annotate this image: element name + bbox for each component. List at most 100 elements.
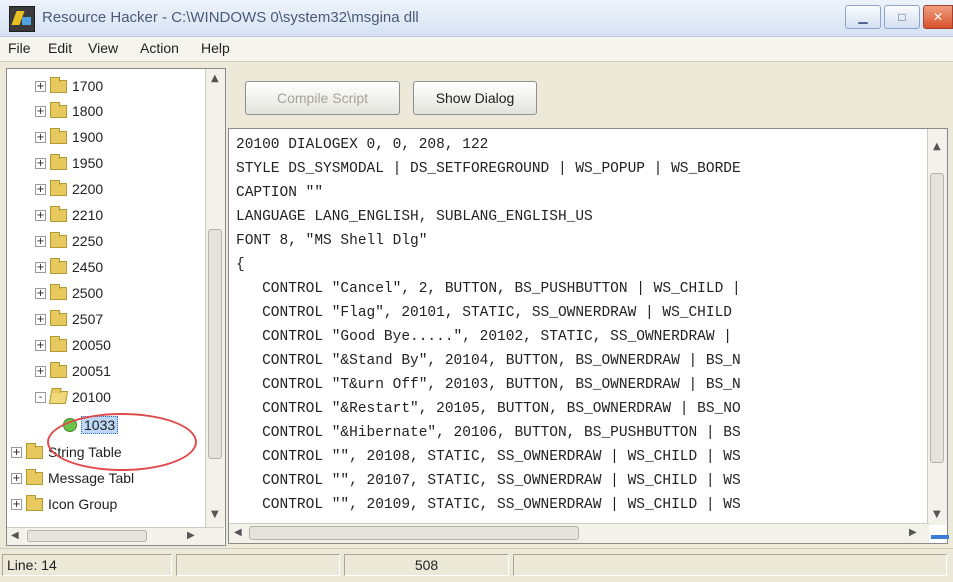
maximize-button[interactable]: □ xyxy=(884,5,920,29)
resource-hacker-window: Resource Hacker - C:\WINDOWS 0\system32\… xyxy=(0,0,953,582)
tree-item[interactable]: +2200 xyxy=(35,178,103,200)
expand-icon[interactable]: + xyxy=(35,183,46,195)
tree-item[interactable]: +20050 xyxy=(35,334,111,356)
expand-icon[interactable]: + xyxy=(35,261,46,273)
resource-tree[interactable]: +1700 +1800 +1900 +1950 +2200 +2210 +225… xyxy=(6,68,226,546)
expand-icon[interactable]: + xyxy=(35,157,46,169)
menu-file[interactable]: File xyxy=(8,40,31,56)
tree-item-label: 2450 xyxy=(72,259,104,275)
code-line: CONTROL "&Restart", 20105, BUTTON, BS_OW… xyxy=(236,401,741,417)
tree-item[interactable]: +1900 xyxy=(35,126,103,148)
expand-icon[interactable]: + xyxy=(35,80,46,92)
tree-item[interactable]: +20051 xyxy=(35,360,111,382)
scroll-right-icon[interactable]: ▶ xyxy=(187,530,195,541)
menu-bar: File Edit View Action Help xyxy=(0,37,953,62)
status-line: Line: 14 xyxy=(2,554,172,576)
editor-vertical-scrollbar[interactable]: ▲ ▼ xyxy=(927,129,947,525)
close-icon: ✕ xyxy=(932,10,944,24)
app-icon[interactable] xyxy=(9,6,35,32)
code-line: CONTROL "Flag", 20101, STATIC, SS_OWNERD… xyxy=(236,305,732,321)
tree-group[interactable]: + Icon Group xyxy=(11,493,117,515)
title-bar[interactable]: Resource Hacker - C:\WINDOWS 0\system32\… xyxy=(0,0,953,37)
scroll-up-icon[interactable]: ▲ xyxy=(211,73,219,84)
expand-icon[interactable]: + xyxy=(35,313,46,325)
selection-highlight-ring xyxy=(47,413,197,471)
menu-help[interactable]: Help xyxy=(201,40,230,56)
expand-icon[interactable]: + xyxy=(35,235,46,247)
tree-item-label: 20100 xyxy=(72,389,111,405)
scroll-right-icon[interactable]: ▶ xyxy=(909,527,917,538)
tree-item-label: 2210 xyxy=(72,207,104,223)
tree-item-label: 20051 xyxy=(72,363,111,379)
scroll-down-icon[interactable]: ▼ xyxy=(933,509,941,520)
scrollbar-thumb[interactable] xyxy=(208,229,222,459)
menu-action[interactable]: Action xyxy=(140,40,179,56)
expand-icon[interactable]: + xyxy=(35,339,46,351)
code-line: CONTROL "", 20109, STATIC, SS_OWNERDRAW … xyxy=(236,497,741,513)
tree-item[interactable]: +1950 xyxy=(35,152,103,174)
show-dialog-button[interactable]: Show Dialog xyxy=(413,81,537,115)
code-line: CONTROL "", 20107, STATIC, SS_OWNERDRAW … xyxy=(236,473,741,489)
code-line: CONTROL "Good Bye.....", 20102, STATIC, … xyxy=(236,329,732,345)
compile-script-button[interactable]: Compile Script xyxy=(245,81,400,115)
tree-item[interactable]: +1700 xyxy=(35,75,103,97)
close-button[interactable]: ✕ xyxy=(923,5,953,29)
folder-icon xyxy=(50,76,67,93)
window-controls: ▁ □ ✕ xyxy=(845,5,953,29)
expand-icon[interactable]: + xyxy=(35,105,46,117)
code-line: CONTROL "&Hibernate", 20106, BUTTON, BS_… xyxy=(236,425,741,441)
expand-icon[interactable]: + xyxy=(11,472,22,484)
folder-icon xyxy=(26,494,43,511)
folder-icon xyxy=(50,179,67,196)
code-line: STYLE DS_SYSMODAL | DS_SETFOREGROUND | W… xyxy=(236,161,741,177)
folder-icon xyxy=(50,153,67,170)
folder-icon xyxy=(50,101,67,118)
status-empty-panel xyxy=(176,554,340,576)
code-line: FONT 8, "MS Shell Dlg" xyxy=(236,233,428,249)
expand-icon[interactable]: + xyxy=(35,209,46,221)
status-position: 508 xyxy=(344,554,509,576)
tree-vertical-scrollbar[interactable]: ▲ ▼ xyxy=(205,69,225,527)
code-line: { xyxy=(236,257,245,273)
folder-icon xyxy=(50,127,67,144)
collapse-icon[interactable]: - xyxy=(35,391,46,403)
minimize-button[interactable]: ▁ xyxy=(845,5,881,29)
folder-icon xyxy=(50,257,67,274)
tree-item[interactable]: +2500 xyxy=(35,282,103,304)
tree-item-label: 1950 xyxy=(72,155,104,171)
tree-item-expanded[interactable]: - 20100 xyxy=(35,386,111,408)
scroll-up-icon[interactable]: ▲ xyxy=(933,141,941,152)
tree-item-label: 2200 xyxy=(72,181,104,197)
tree-item[interactable]: +1800 xyxy=(35,100,103,122)
scroll-down-icon[interactable]: ▼ xyxy=(211,509,219,520)
code-line: CONTROL "", 20108, STATIC, SS_OWNERDRAW … xyxy=(236,449,741,465)
expand-icon[interactable]: + xyxy=(35,287,46,299)
scrollbar-thumb[interactable] xyxy=(930,173,944,463)
expand-icon[interactable]: + xyxy=(35,365,46,377)
scroll-left-icon[interactable]: ◀ xyxy=(11,530,19,541)
editor-horizontal-scrollbar[interactable]: ◀ ▶ xyxy=(229,523,929,543)
code-line: CONTROL "&Stand By", 20104, BUTTON, BS_O… xyxy=(236,353,741,369)
tree-horizontal-scrollbar[interactable]: ◀ ▶ xyxy=(7,527,224,545)
folder-icon xyxy=(50,205,67,222)
tree-item[interactable]: +2450 xyxy=(35,256,103,278)
tree-item[interactable]: +2210 xyxy=(35,204,103,226)
scroll-left-icon[interactable]: ◀ xyxy=(234,527,242,538)
script-editor[interactable]: 20100 DIALOGEX 0, 0, 208, 122 STYLE DS_S… xyxy=(228,128,948,544)
tree-item-label: 2507 xyxy=(72,311,104,327)
folder-icon xyxy=(50,231,67,248)
expand-icon[interactable]: + xyxy=(35,131,46,143)
expand-icon[interactable]: + xyxy=(11,498,22,510)
tree-item[interactable]: +2507 xyxy=(35,308,103,330)
scrollbar-thumb[interactable] xyxy=(27,530,147,542)
folder-icon xyxy=(50,283,67,300)
scrollbar-thumb[interactable] xyxy=(249,526,579,540)
tree-item[interactable]: +2250 xyxy=(35,230,103,252)
menu-view[interactable]: View xyxy=(88,40,118,56)
menu-edit[interactable]: Edit xyxy=(48,40,72,56)
folder-icon xyxy=(50,335,67,352)
minimize-icon: ▁ xyxy=(858,10,868,24)
tree-item-label: 1900 xyxy=(72,129,104,145)
expand-icon[interactable]: + xyxy=(11,446,22,458)
tree-item-label: 20050 xyxy=(72,337,111,353)
